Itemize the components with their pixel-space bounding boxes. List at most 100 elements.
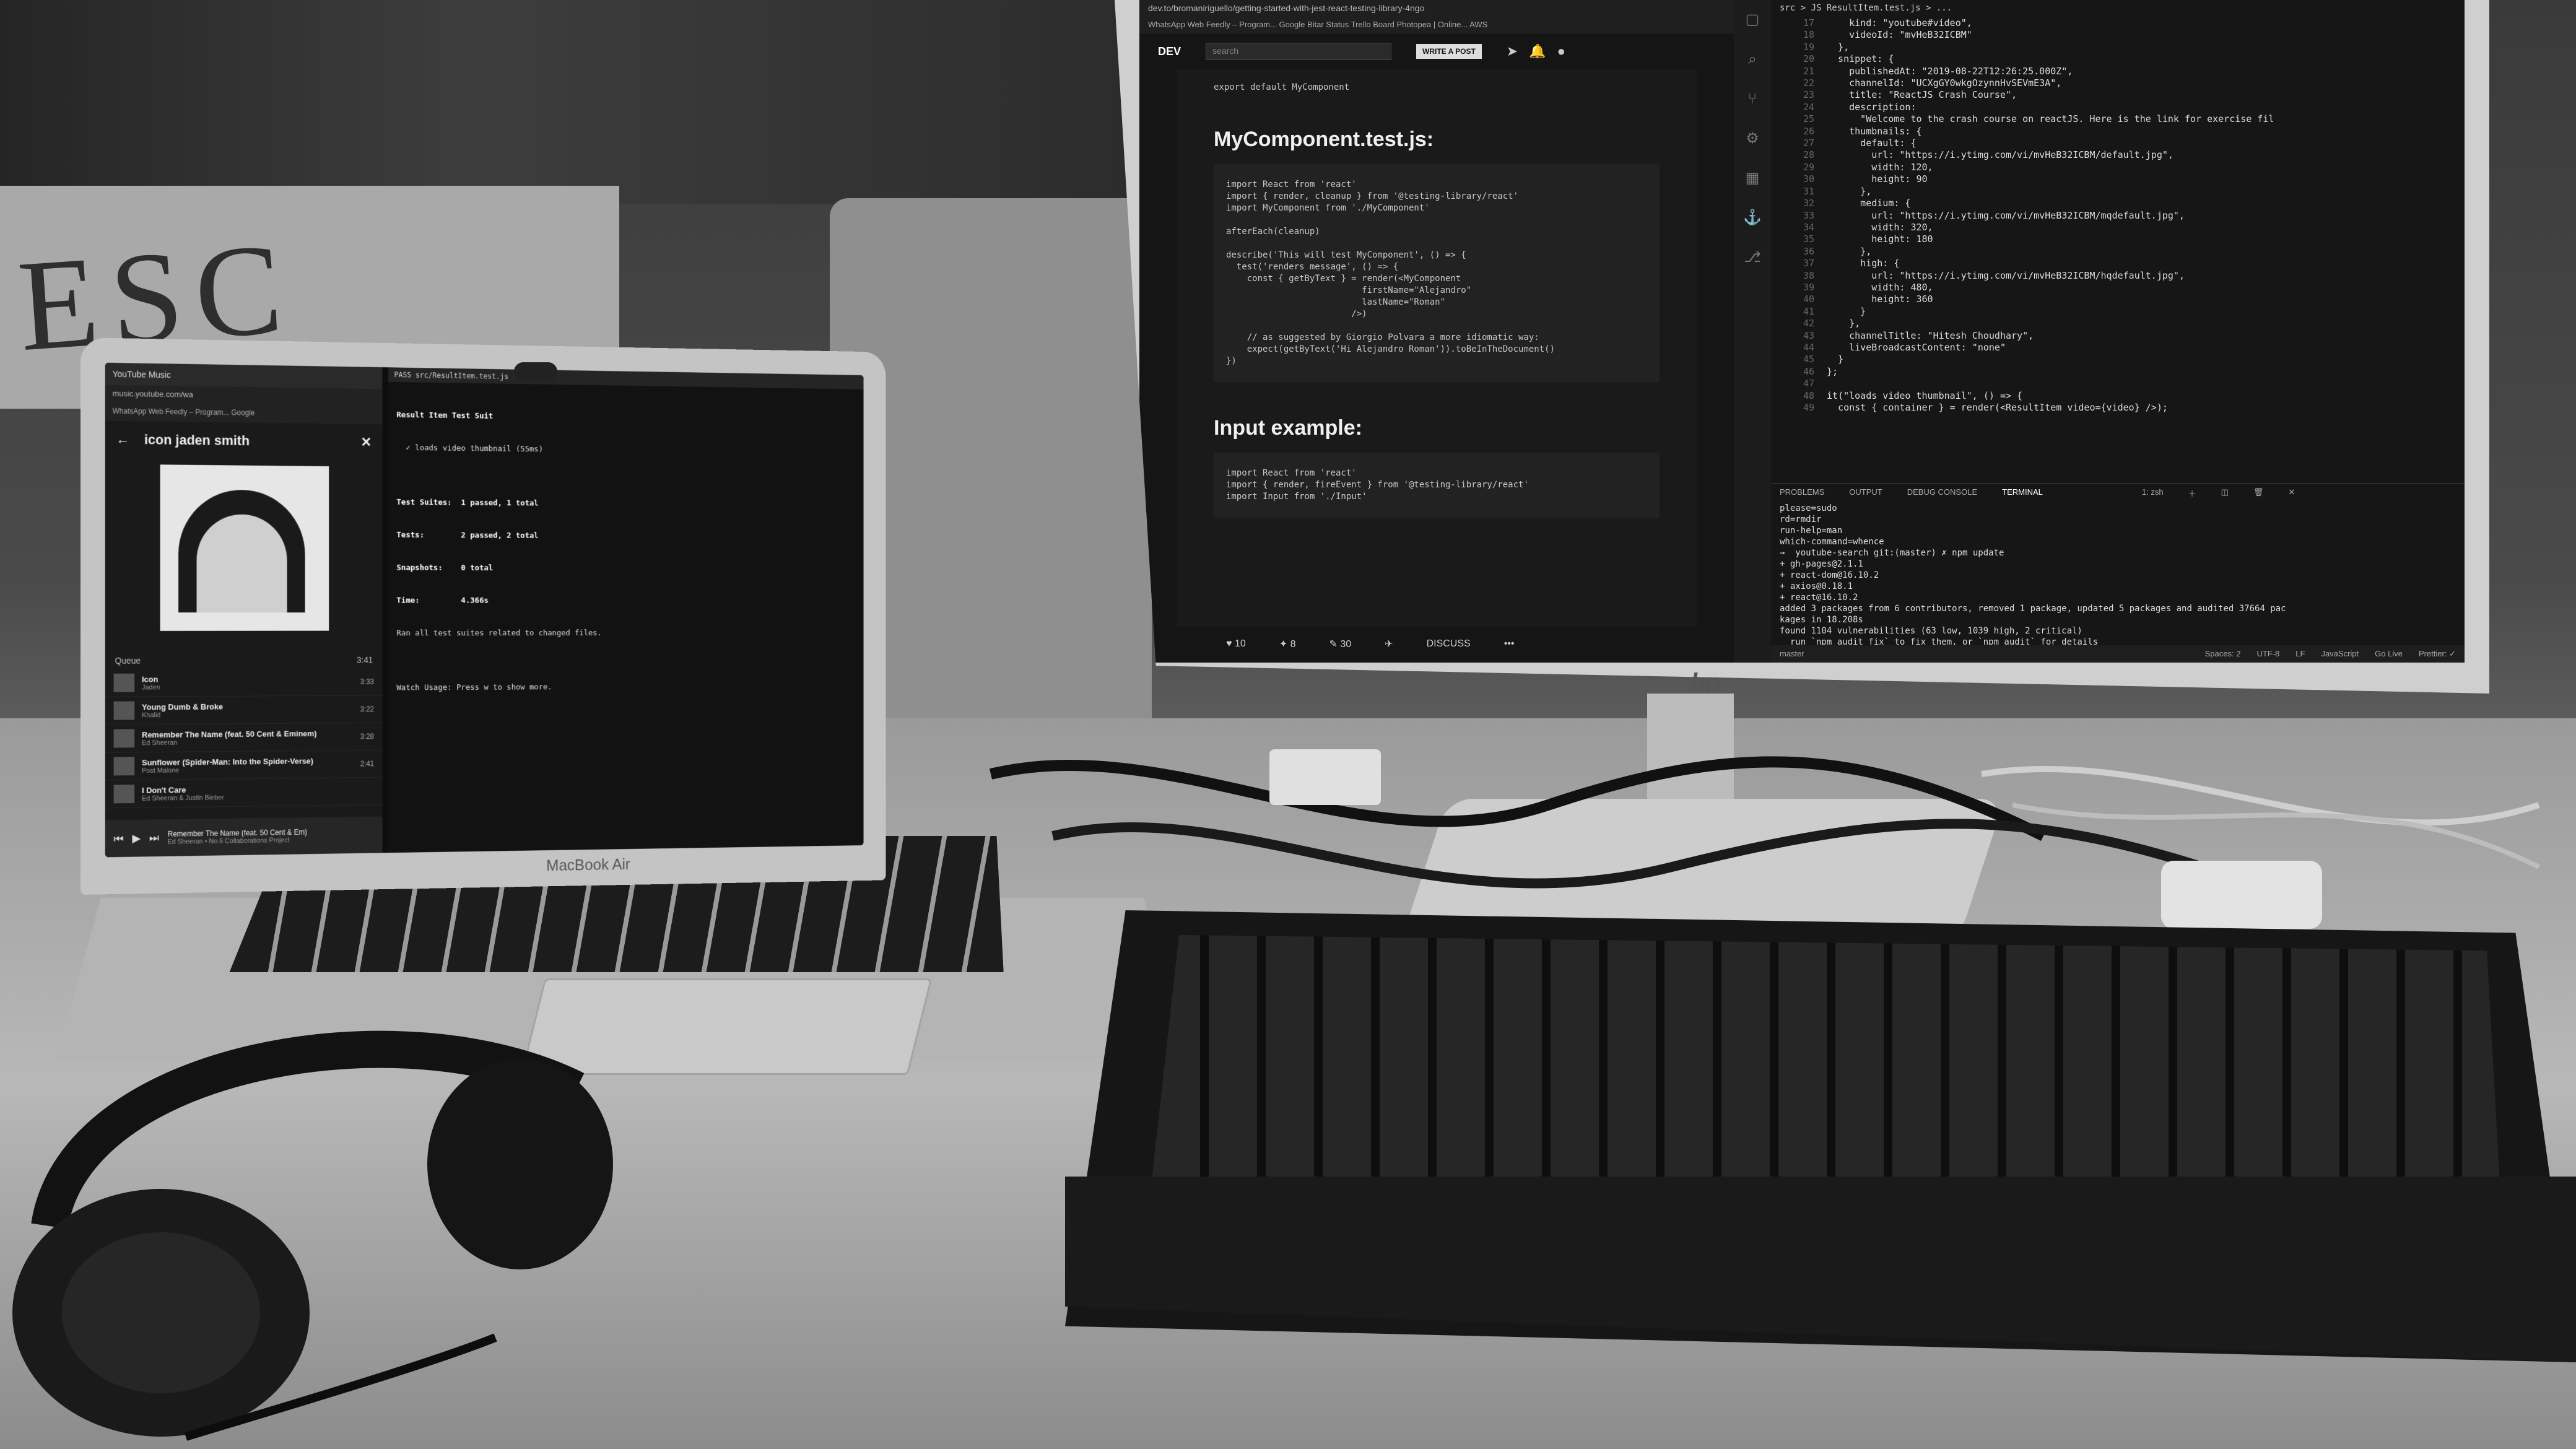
track-title: Icon [142, 674, 159, 684]
git-icon[interactable]: ⎇ [1734, 238, 1771, 277]
track-duration: 3:28 [360, 732, 375, 741]
headphones [12, 1030, 613, 1441]
heart-icon: ♥ [1226, 638, 1232, 649]
status-language[interactable]: JavaScript [2321, 649, 2359, 659]
status-eol[interactable]: LF [2295, 649, 2305, 659]
status-bar: master Spaces: 2 UTF-8 LF JavaScript Go … [1771, 645, 2465, 663]
desk-scene-photo: ESC dev.to/bromaniriguello/getting-start… [0, 0, 2576, 1449]
hp-monitor: dev.to/bromaniriguello/getting-started-w… [1115, 0, 2489, 694]
status-spaces[interactable]: Spaces: 2 [2205, 649, 2241, 659]
track-thumbnail [113, 729, 135, 748]
back-arrow-icon[interactable]: ← [116, 432, 130, 448]
terminal-select[interactable]: 1: zsh [2142, 487, 2164, 498]
save-button[interactable]: ✎ 30 [1329, 638, 1352, 650]
reactions-bar: ♥ 10 ✦ 8 ✎ 30 ✈ DISCUSS ••• [1226, 638, 1515, 650]
avatar[interactable]: ● [1557, 43, 1577, 59]
list-item[interactable]: I Don't Care Ed Sheeran & Justin Bieber [105, 777, 383, 809]
add-terminal-icon[interactable]: ＋ [2188, 487, 2196, 498]
unicorn-button[interactable]: ✦ 8 [1279, 638, 1296, 650]
editor-breadcrumb[interactable]: src > JS ResultItem.test.js > ... [1771, 0, 2465, 17]
play-icon[interactable]: ▶ [132, 832, 141, 845]
terminal-line: Test Suites: 1 passed, 1 total [396, 498, 539, 508]
previous-icon[interactable]: ⏮ [114, 832, 124, 845]
bookmark-icon: ✎ [1329, 639, 1338, 650]
status-prettier[interactable]: Prettier: ✓ [2419, 649, 2456, 659]
queue-label: Queue [115, 655, 141, 666]
search-icon[interactable]: ⌕ [1734, 40, 1771, 79]
unicorn-icon: ✦ [1279, 639, 1288, 650]
tab-output[interactable]: OUTPUT [1849, 487, 1882, 498]
terminal-line: Time: 4.366s [396, 596, 489, 606]
save-count: 30 [1340, 639, 1352, 650]
like-button[interactable]: ♥ 10 [1226, 638, 1246, 650]
background-window-wall [0, 0, 1177, 204]
close-icon[interactable]: ✕ [2288, 487, 2295, 498]
next-icon[interactable]: ⏭ [149, 832, 159, 845]
list-item[interactable]: Remember The Name (feat. 50 Cent & Emine… [105, 723, 383, 753]
terminal-output[interactable]: Result Item Test Suit ✓ loads video thum… [388, 382, 864, 722]
terminal-line: Watch Usage: Press w to show more. [396, 682, 552, 693]
album-art-inner [196, 514, 287, 613]
vscode-window: ▢ ⌕ ⑂ ⚙ ▦ ⚓ ⎇ src > JS ResultItem.test.j… [1734, 0, 2465, 663]
track-artist: Khalid [142, 711, 161, 719]
list-item[interactable]: Sunflower (Spider-Man: Into the Spider-V… [105, 750, 383, 781]
branch-indicator[interactable]: master [1780, 649, 1804, 659]
list-item[interactable]: Young Dumb & Broke Khalid 3:22 [105, 695, 383, 725]
keyboard-keys[interactable] [1152, 935, 2500, 1195]
article-heading-input: Input example: [1214, 416, 1362, 440]
search-input[interactable]: search [1206, 43, 1392, 60]
track-artist: Ed Sheeran [142, 739, 178, 747]
laptop-terminal: PASS src/ResultItem.test.js Result Item … [388, 367, 864, 853]
laptop-display: YouTube Music music.youtube.com/wa Whats… [105, 362, 864, 858]
status-go-live[interactable]: Go Live [2375, 649, 2403, 659]
article-heading-test: MyComponent.test.js: [1214, 128, 1434, 151]
terminal-line: Snapshots: 0 total [396, 563, 494, 573]
now-playing: Remember The Name (feat. 50 Cent & Em) E… [168, 827, 374, 846]
queue-header: Queue 3:41 [105, 631, 383, 669]
trash-icon[interactable]: 🗑 [2253, 487, 2264, 498]
browser-url-bar[interactable]: dev.to/bromaniriguello/getting-started-w… [1139, 0, 1734, 17]
music-search-header: ← icon jaden smith ✕ [105, 421, 383, 461]
discuss-button[interactable]: DISCUSS [1427, 638, 1471, 650]
status-encoding[interactable]: UTF-8 [2256, 649, 2279, 659]
integrated-terminal[interactable]: please=sudo rd=rmdir run-help=man which-… [1771, 503, 2465, 645]
activity-bar: ▢ ⌕ ⑂ ⚙ ▦ ⚓ ⎇ [1734, 0, 1771, 663]
search-query[interactable]: icon jaden smith [144, 432, 347, 450]
source-control-icon[interactable]: ⑂ [1734, 79, 1771, 119]
queue-duration: 3:41 [357, 655, 373, 665]
browser-bookmarks-bar[interactable]: WhatsApp Web Feedly – Program... Google … [1139, 17, 1734, 33]
terminal-line: ✓ loads video thumbnail (55ms) [396, 443, 543, 455]
debug-icon[interactable]: ⚙ [1734, 119, 1771, 159]
album-art [160, 464, 329, 631]
laptop-lid: YouTube Music music.youtube.com/wa Whats… [80, 337, 886, 895]
extensions-icon[interactable]: ▦ [1734, 159, 1771, 198]
list-item[interactable]: Icon Jaden 3:33 [105, 668, 383, 697]
anchor-icon[interactable]: ⚓ [1734, 198, 1771, 238]
track-thumbnail [113, 673, 135, 692]
track-duration: 3:22 [360, 705, 375, 714]
explorer-icon[interactable]: ▢ [1734, 0, 1771, 40]
send-icon[interactable]: ➤ [1507, 43, 1529, 59]
close-icon[interactable]: ✕ [361, 434, 372, 450]
more-icon[interactable]: ••• [1504, 638, 1515, 650]
dev-to-navbar: DEV search WRITE A POST ➤🔔● [1139, 33, 1734, 69]
tab-debug-console[interactable]: DEBUG CONSOLE [1907, 487, 1977, 498]
terminal-line: Tests: 2 passed, 2 total [396, 530, 539, 541]
tab-problems[interactable]: PROBLEMS [1780, 487, 1824, 498]
panel-tabs: PROBLEMS OUTPUT DEBUG CONSOLE TERMINAL 1… [1771, 483, 2465, 502]
queue-list: Icon Jaden 3:33 Young Dumb & Broke Khalid 3:… [105, 668, 383, 809]
code-block-test: import React from 'react' import { rende… [1214, 164, 1660, 382]
line-numbers: 17 18 19 20 21 22 23 24 25 26 27 28 29 3… [1803, 17, 1814, 413]
like-count: 10 [1234, 638, 1246, 649]
tab-terminal[interactable]: TERMINAL [2002, 487, 2043, 498]
dev-logo[interactable]: DEV [1158, 45, 1181, 58]
split-icon[interactable]: ◫ [2221, 487, 2229, 498]
code-editor[interactable]: kind: "youtube#video", videoId: "mvHeB32… [1827, 17, 2452, 482]
terminal-line: Ran all test suites related to changed f… [396, 629, 602, 638]
track-artist: Jaden [142, 683, 160, 692]
twitter-icon[interactable]: ✈ [1385, 638, 1393, 650]
bell-icon[interactable]: 🔔 [1529, 43, 1557, 59]
write-post-button[interactable]: WRITE A POST [1416, 44, 1482, 59]
